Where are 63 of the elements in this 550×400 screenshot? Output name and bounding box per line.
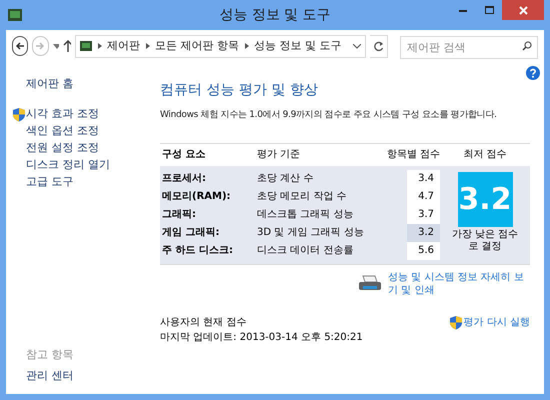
last-updated-text: 마지막 업데이트: 2013-03-14 오후 5:20:21 xyxy=(160,330,363,344)
up-arrow-icon[interactable] xyxy=(62,40,71,52)
rerun-assessment-link[interactable]: 평가 다시 실행 xyxy=(464,314,530,330)
back-button[interactable] xyxy=(12,36,28,56)
sidebar-link[interactable]: 전원 설정 조정 xyxy=(26,140,99,157)
criterion-cell-text: 3D 및 게임 그래픽 성능 xyxy=(257,226,365,240)
column-header: 평가 기준 xyxy=(257,148,302,162)
address-bar[interactable]: 제어판 모든 제어판 항목 성능 정보 및 도구 xyxy=(74,34,366,58)
sidebar-link[interactable]: 관리 센터 xyxy=(12,368,148,384)
component-cell-text: 그래픽: xyxy=(161,208,197,222)
component-cell-text: 게임 그래픽: xyxy=(161,226,220,240)
breadcrumb[interactable]: 모든 제어판 항목 xyxy=(154,38,239,54)
sidebar-home-link[interactable]: 제어판 홈 xyxy=(12,76,148,92)
score-cell: 3.4 xyxy=(407,170,440,188)
column-header: 최저 점수 xyxy=(462,148,508,162)
refresh-icon xyxy=(373,40,384,52)
score-cell: 5.6 xyxy=(407,242,440,260)
sidebar-link[interactable]: 색인 옵션 조정 xyxy=(26,123,99,140)
app-icon xyxy=(8,9,22,21)
shield-icon xyxy=(12,107,26,122)
column-header: 구성 요소 xyxy=(161,148,206,162)
component-cell-text: 메모리(RAM): xyxy=(161,190,232,204)
score-cell: 3.2 xyxy=(407,224,440,242)
close-button[interactable] xyxy=(502,0,544,20)
criterion-cell-text: 데스크톱 그래픽 성능 xyxy=(257,208,354,222)
base-score-caption: 가장 낮은 점수로 결정 xyxy=(450,228,520,252)
chevron-down-icon[interactable] xyxy=(353,44,362,48)
search-icon xyxy=(522,40,532,50)
sidebar-link[interactable]: 디스크 정리 열기 xyxy=(26,157,110,174)
criterion-cell-text: 초당 메모리 작업 수 xyxy=(257,190,348,204)
shield-icon xyxy=(448,314,463,330)
print-details-link[interactable]: 성능 및 시스템 정보 자세히 보기 및 인쇄 xyxy=(388,270,530,296)
description: Windows 체험 지수는 1.0에서 9.9까지의 점수로 주요 시스템 구성 요소를 평가합니다. xyxy=(160,109,498,122)
maximize-icon xyxy=(484,6,494,14)
page-heading: 컴퓨터 성능 평가 및 향상 xyxy=(160,81,319,100)
score-cell: 4.7 xyxy=(407,188,440,206)
breadcrumb[interactable]: 성능 정보 및 도구 xyxy=(254,38,342,54)
chevron-right-icon xyxy=(146,43,150,49)
base-score-tile: 3.2 xyxy=(458,172,512,226)
criterion-cell-text: 디스크 데이터 전송률 xyxy=(257,244,354,258)
current-score-label: 사용자의 현재 점수 xyxy=(160,316,248,330)
sidebar-link[interactable]: 시각 효과 조정 xyxy=(26,106,99,123)
score-cell: 3.7 xyxy=(407,206,440,224)
refresh-button[interactable] xyxy=(370,34,388,58)
dropdown-caret-icon[interactable] xyxy=(52,44,59,48)
control-panel-icon xyxy=(80,41,92,51)
chevron-right-icon xyxy=(244,43,249,49)
help-icon[interactable] xyxy=(526,66,540,80)
column-header: 항목별 점수 xyxy=(386,148,440,162)
sidebar-link[interactable]: 고급 도구 xyxy=(26,174,74,191)
printer-icon xyxy=(358,274,382,292)
back-arrow-icon xyxy=(15,41,26,51)
criterion-cell-text: 초당 계산 수 xyxy=(257,172,314,186)
see-also-heading: 참고 항목 xyxy=(25,347,74,363)
close-icon xyxy=(518,6,528,14)
component-cell-text: 주 하드 디스크: xyxy=(161,244,234,258)
window-title: 성능 정보 및 도구 xyxy=(219,6,331,24)
forward-arrow-icon xyxy=(35,41,46,51)
component-cell-text: 프로세서: xyxy=(161,172,207,186)
breadcrumb[interactable]: 제어판 xyxy=(106,38,140,54)
search-field[interactable]: 제어판 검색 xyxy=(400,36,538,58)
chevron-right-icon xyxy=(98,43,102,49)
minimize-icon xyxy=(459,8,467,12)
